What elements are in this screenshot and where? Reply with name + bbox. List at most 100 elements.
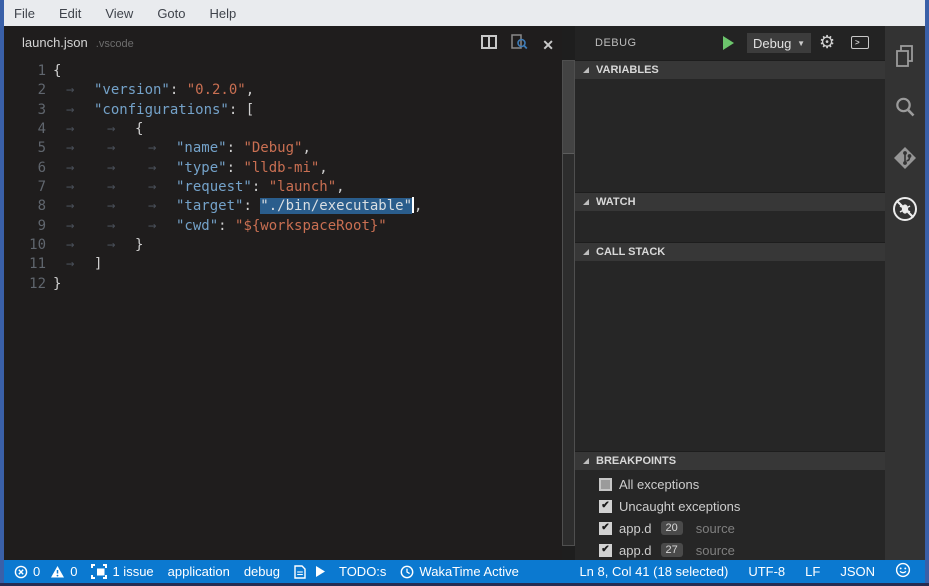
- code-token: "launch": [269, 179, 336, 195]
- file-status[interactable]: [294, 565, 306, 579]
- run-status[interactable]: [316, 566, 325, 577]
- section-header-watch[interactable]: WATCH: [575, 192, 885, 211]
- build-config[interactable]: application: [168, 564, 230, 579]
- chevron-down-icon: ▼: [797, 39, 805, 48]
- code-token: "cwd": [176, 218, 218, 234]
- checkbox-checked[interactable]: ✔: [599, 522, 612, 535]
- section-header-variables[interactable]: VARIABLES: [575, 60, 885, 79]
- line-badge: 27: [661, 543, 683, 557]
- code-line[interactable]: 11→]: [4, 255, 562, 274]
- tab-folder: .vscode: [96, 38, 134, 50]
- debug-sections: VARIABLES WATCH CALL STACK BREAKPOINTS All e…: [575, 60, 885, 560]
- play-icon[interactable]: [723, 36, 734, 50]
- code-token: "0.2.0": [187, 82, 246, 98]
- source-control-icon[interactable]: [885, 132, 925, 183]
- code-token: :: [252, 179, 269, 195]
- section-header-breakpoints[interactable]: BREAKPOINTS: [575, 451, 885, 470]
- chevron-expanded-icon: [583, 67, 589, 73]
- code-token: ,: [302, 140, 310, 156]
- files-icon[interactable]: [885, 30, 925, 81]
- code-line[interactable]: 6→→→"type": "lldb-mi",: [4, 159, 562, 178]
- scrollbar-thumb[interactable]: [563, 61, 574, 154]
- code-token: :: [229, 102, 246, 118]
- breakpoint-row[interactable]: ✔app.d20source: [575, 517, 885, 539]
- warning-count[interactable]: 0: [50, 564, 77, 579]
- tab-whitespace-icon: →: [94, 197, 135, 216]
- split-editor-icon[interactable]: [481, 35, 497, 54]
- code-line[interactable]: 10→→}: [4, 236, 562, 255]
- breakpoint-row[interactable]: All exceptions: [575, 473, 885, 495]
- menu-file[interactable]: File: [14, 6, 35, 21]
- code-token: {: [135, 121, 143, 137]
- section-label: WATCH: [596, 196, 636, 208]
- code-line[interactable]: 8→→→"target": "./bin/executable",: [4, 197, 562, 216]
- debug-config-dropdown[interactable]: Debug ▼: [747, 33, 811, 53]
- issues-status[interactable]: 1 issue: [91, 564, 153, 579]
- code-token: :: [227, 140, 244, 156]
- breakpoint-row[interactable]: ✔Uncaught exceptions: [575, 495, 885, 517]
- language-indicator[interactable]: JSON: [840, 564, 875, 579]
- tab-whitespace-icon: →: [135, 217, 176, 236]
- section-header-call-stack[interactable]: CALL STACK: [575, 242, 885, 261]
- code-token: "target": [176, 198, 243, 214]
- code-token: "Debug": [243, 140, 302, 156]
- breakpoint-row[interactable]: ✔app.d27source: [575, 539, 885, 561]
- cursor-position[interactable]: Ln 8, Col 41 (18 selected): [579, 564, 728, 579]
- search-icon[interactable]: [885, 81, 925, 132]
- file-icon: [294, 565, 306, 579]
- line-number: 2: [4, 81, 46, 100]
- issues-icon: [91, 564, 107, 579]
- error-count[interactable]: 0: [14, 564, 40, 579]
- warning-icon: [50, 565, 65, 579]
- code-token: }: [53, 276, 61, 292]
- status-bar: 0 0 1 issue application debug TODO:s Wak…: [4, 560, 925, 583]
- settings-gear-icon[interactable]: ⚙: [819, 30, 835, 54]
- tab-whitespace-icon: →: [135, 178, 176, 197]
- tab-whitespace-icon: →: [135, 197, 176, 216]
- menu-view[interactable]: View: [105, 6, 133, 21]
- menu-help[interactable]: Help: [210, 6, 237, 21]
- code-line[interactable]: 3→"configurations": [: [4, 101, 562, 120]
- code-token: "lldb-mi": [243, 160, 319, 176]
- build-type[interactable]: debug: [244, 564, 280, 579]
- tab-whitespace-icon: →: [53, 81, 94, 100]
- code-token: :: [227, 160, 244, 176]
- tab-whitespace-icon: →: [135, 159, 176, 178]
- section-body-call-stack: [575, 261, 885, 451]
- code-line[interactable]: 2→"version": "0.2.0",: [4, 81, 562, 100]
- line-number: 11: [4, 255, 46, 274]
- debug-console-icon[interactable]: >: [851, 36, 869, 49]
- chevron-expanded-icon: [583, 199, 589, 205]
- chevron-expanded-icon: [583, 458, 589, 464]
- menu-edit[interactable]: Edit: [59, 6, 81, 21]
- eol-indicator[interactable]: LF: [805, 564, 820, 579]
- section-label: BREAKPOINTS: [596, 455, 676, 467]
- checkbox-unchecked[interactable]: [599, 478, 612, 491]
- code-area[interactable]: 1{2→"version": "0.2.0",3→"configurations…: [4, 62, 562, 294]
- open-preview-icon[interactable]: [511, 34, 528, 55]
- feedback-smiley-icon[interactable]: [895, 562, 911, 581]
- code-line[interactable]: 9→→→"cwd": "${workspaceRoot}": [4, 217, 562, 236]
- checkbox-checked[interactable]: ✔: [599, 500, 612, 513]
- checkbox-checked[interactable]: ✔: [599, 544, 612, 557]
- tab-whitespace-icon: →: [53, 217, 94, 236]
- run-icon: [316, 566, 325, 577]
- encoding-indicator[interactable]: UTF-8: [748, 564, 785, 579]
- editor-tab-bar: launch.json .vscode ✕: [4, 26, 562, 60]
- code-line[interactable]: 12}: [4, 275, 562, 294]
- close-icon[interactable]: ✕: [542, 37, 554, 53]
- code-line[interactable]: 1{: [4, 62, 562, 81]
- todo-status[interactable]: TODO:s: [339, 564, 386, 579]
- tab-whitespace-icon: →: [53, 101, 94, 120]
- debug-icon[interactable]: [885, 183, 925, 234]
- editor-scrollbar[interactable]: [562, 60, 575, 546]
- breakpoint-detail: source: [696, 521, 735, 536]
- wakatime-status[interactable]: WakaTime Active: [400, 564, 518, 579]
- code-line[interactable]: 7→→→"request": "launch",: [4, 178, 562, 197]
- tab-launch-json[interactable]: launch.json .vscode: [22, 35, 134, 50]
- debug-toolbar: DEBUG Debug ▼ ⚙ >: [575, 26, 885, 60]
- debug-config-value: Debug: [753, 36, 791, 51]
- menu-goto[interactable]: Goto: [157, 6, 185, 21]
- code-line[interactable]: 5→→→"name": "Debug",: [4, 139, 562, 158]
- code-line[interactable]: 4→→{: [4, 120, 562, 139]
